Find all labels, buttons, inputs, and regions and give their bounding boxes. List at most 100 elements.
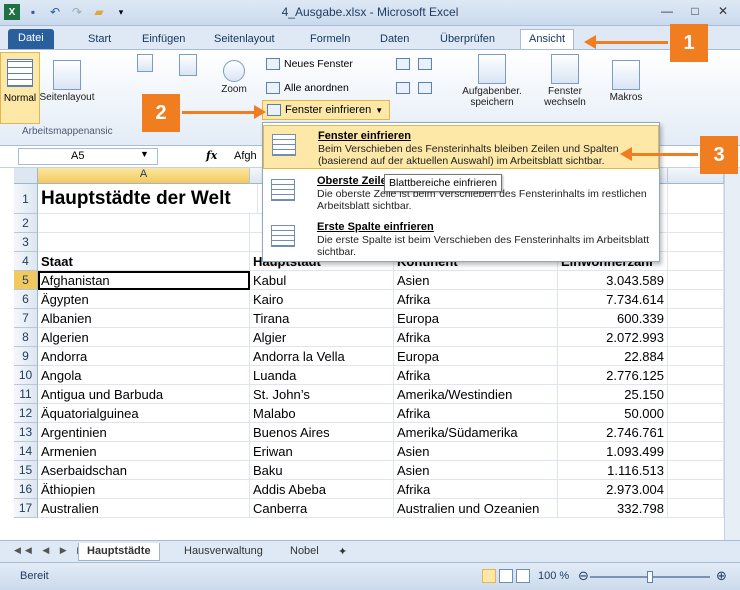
- column-header-a[interactable]: A: [38, 168, 250, 184]
- tab-datei[interactable]: Datei: [8, 29, 54, 49]
- cell-b7[interactable]: Tirana: [250, 309, 394, 328]
- cell-b14[interactable]: Eriwan: [250, 442, 394, 461]
- cell-c6[interactable]: Afrika: [394, 290, 558, 309]
- cell-b16[interactable]: Addis Abeba: [250, 480, 394, 499]
- cell-a8[interactable]: Algerien: [38, 328, 250, 347]
- cell-b10[interactable]: Luanda: [250, 366, 394, 385]
- cell-b15[interactable]: Baku: [250, 461, 394, 480]
- cell-e5[interactable]: [668, 271, 724, 290]
- cell-d5[interactable]: 3.043.589: [558, 271, 668, 290]
- select-all-corner[interactable]: [14, 168, 38, 184]
- insert-function-icon[interactable]: fx: [206, 149, 217, 162]
- cell-b12[interactable]: Malabo: [250, 404, 394, 423]
- macros-button[interactable]: Makros: [604, 60, 648, 103]
- cell-e8[interactable]: [668, 328, 724, 347]
- freeze-panes-button[interactable]: Fenster einfrieren ▼: [262, 100, 391, 120]
- cell-e1[interactable]: [668, 184, 724, 214]
- menu-item-freeze-first-column[interactable]: Erste Spalte einfrieren Die erste Spalte…: [263, 217, 659, 261]
- maximize-button[interactable]: □: [682, 2, 708, 20]
- cell-b5[interactable]: Kabul: [250, 271, 394, 290]
- cell-a6[interactable]: Ägypten: [38, 290, 250, 309]
- cell-c9[interactable]: Europa: [394, 347, 558, 366]
- insert-sheet-icon[interactable]: ✦: [330, 543, 355, 561]
- cell-d11[interactable]: 25.150: [558, 385, 668, 404]
- cell-b13[interactable]: Buenos Aires: [250, 423, 394, 442]
- cell-a9[interactable]: Andorra: [38, 347, 250, 366]
- cell-c10[interactable]: Afrika: [394, 366, 558, 385]
- tab-ansicht[interactable]: Ansicht: [520, 29, 575, 49]
- normal-view-icon[interactable]: [482, 569, 496, 583]
- cell-e16[interactable]: [668, 480, 724, 499]
- cell-d8[interactable]: 2.072.993: [558, 328, 668, 347]
- minimize-button[interactable]: —: [654, 2, 680, 20]
- row-header[interactable]: 5: [14, 271, 38, 290]
- tab-ueberpruefen[interactable]: Überprüfen: [432, 30, 503, 50]
- cell-a12[interactable]: Äquatorialguinea: [38, 404, 250, 423]
- cell-a7[interactable]: Albanien: [38, 309, 250, 328]
- page-layout-view-button[interactable]: Seitenlayout: [38, 60, 96, 103]
- cell-a4[interactable]: Staat: [38, 252, 250, 271]
- cell-d13[interactable]: 2.746.761: [558, 423, 668, 442]
- cell-c16[interactable]: Afrika: [394, 480, 558, 499]
- custom-views-button[interactable]: [176, 54, 200, 78]
- cell-e11[interactable]: [668, 385, 724, 404]
- cell-d17[interactable]: 332.798: [558, 499, 668, 518]
- cell-e17[interactable]: [668, 499, 724, 518]
- cell-e9[interactable]: [668, 347, 724, 366]
- row-header[interactable]: 17: [14, 499, 38, 518]
- close-button[interactable]: ✕: [710, 2, 736, 20]
- arrange-all-button[interactable]: Alle anordnen: [266, 82, 349, 94]
- vertical-scrollbar[interactable]: [724, 168, 740, 540]
- page-break-view-button[interactable]: [134, 54, 156, 74]
- cell-a5[interactable]: Afghanistan: [38, 271, 250, 290]
- row-header[interactable]: 13: [14, 423, 38, 442]
- cell-a11[interactable]: Antigua und Barbuda: [38, 385, 250, 404]
- zoom-out-icon[interactable]: ⊖: [578, 568, 589, 584]
- cell-d10[interactable]: 2.776.125: [558, 366, 668, 385]
- row-header[interactable]: 14: [14, 442, 38, 461]
- cell-c17[interactable]: Australien und Ozeanien: [394, 499, 558, 518]
- cell-e13[interactable]: [668, 423, 724, 442]
- cell-e7[interactable]: [668, 309, 724, 328]
- cell-b6[interactable]: Kairo: [250, 290, 394, 309]
- cell-c12[interactable]: Afrika: [394, 404, 558, 423]
- row-header[interactable]: 6: [14, 290, 38, 309]
- row-header[interactable]: 16: [14, 480, 38, 499]
- cell-c14[interactable]: Asien: [394, 442, 558, 461]
- cell-d15[interactable]: 1.116.513: [558, 461, 668, 480]
- save-workspace-button[interactable]: Aufgabenber. speichern: [454, 54, 530, 108]
- sync-scroll-button[interactable]: [418, 82, 432, 94]
- cell-e6[interactable]: [668, 290, 724, 309]
- split-button[interactable]: [396, 58, 410, 70]
- cell-e14[interactable]: [668, 442, 724, 461]
- cell-b8[interactable]: Algier: [250, 328, 394, 347]
- tab-seitenlayout[interactable]: Seitenlayout: [206, 30, 283, 50]
- cell-c11[interactable]: Amerika/Westindien: [394, 385, 558, 404]
- cell-d9[interactable]: 22.884: [558, 347, 668, 366]
- row-header[interactable]: 3: [14, 233, 38, 252]
- tab-einfuegen[interactable]: Einfügen: [134, 30, 193, 50]
- row-header[interactable]: 12: [14, 404, 38, 423]
- cell-a14[interactable]: Armenien: [38, 442, 250, 461]
- zoom-slider-handle[interactable]: [647, 571, 653, 583]
- row-header[interactable]: 15: [14, 461, 38, 480]
- cell-e15[interactable]: [668, 461, 724, 480]
- switch-windows-button[interactable]: Fenster wechseln: [534, 54, 596, 108]
- row-header[interactable]: 4: [14, 252, 38, 271]
- cell-e12[interactable]: [668, 404, 724, 423]
- tab-formeln[interactable]: Formeln: [302, 30, 358, 50]
- cell-b17[interactable]: Canberra: [250, 499, 394, 518]
- formula-input[interactable]: Afgh: [234, 150, 257, 162]
- zoom-slider[interactable]: [590, 571, 710, 583]
- row-header[interactable]: 2: [14, 214, 38, 233]
- new-window-button[interactable]: Neues Fenster: [266, 58, 353, 70]
- cell-d16[interactable]: 2.973.004: [558, 480, 668, 499]
- tab-start[interactable]: Start: [80, 30, 119, 50]
- name-box-dropdown-icon[interactable]: ▼: [140, 149, 149, 159]
- cell-c8[interactable]: Afrika: [394, 328, 558, 347]
- side-by-side-button[interactable]: [418, 58, 432, 70]
- row-header[interactable]: 10: [14, 366, 38, 385]
- cell-b11[interactable]: St. John’s: [250, 385, 394, 404]
- cell-a10[interactable]: Angola: [38, 366, 250, 385]
- normal-view-button[interactable]: Normal: [0, 52, 40, 124]
